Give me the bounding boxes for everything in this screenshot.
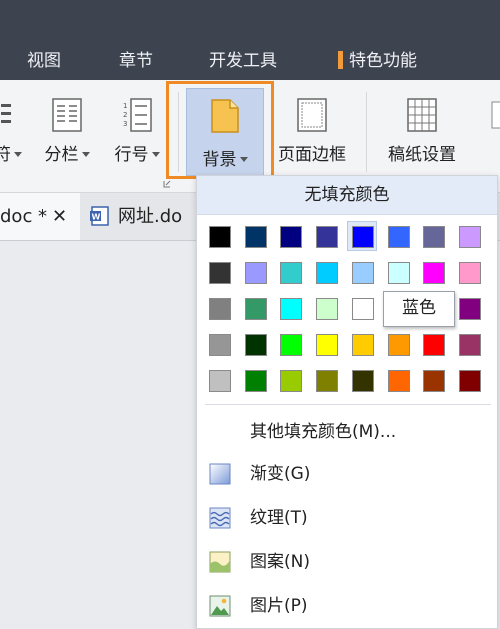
color-swatch[interactable] [209, 334, 231, 356]
gradient-option[interactable]: 渐变(G) [197, 454, 497, 494]
highlight-frame [166, 81, 274, 179]
more-fill-colors-label: 其他填充颜色(M)... [250, 422, 397, 442]
color-swatch[interactable] [458, 226, 481, 248]
color-swatch[interactable] [458, 298, 481, 320]
partial-ribbon-button[interactable]: 符 [0, 98, 22, 165]
columns-label: 分栏 [38, 140, 96, 165]
pattern-icon [209, 551, 231, 573]
color-swatch[interactable] [280, 334, 303, 356]
color-swatch[interactable] [387, 370, 410, 392]
color-swatch[interactable] [244, 334, 267, 356]
color-swatch[interactable] [351, 370, 374, 392]
columns-icon [52, 98, 82, 132]
partial-icon [1, 104, 11, 123]
color-swatch[interactable] [280, 262, 303, 284]
texture-icon [209, 507, 231, 529]
url-tab[interactable]: W 网址.do [82, 193, 202, 240]
manuscript-settings-label: 稿纸设置 [388, 145, 456, 165]
color-swatch[interactable] [458, 334, 481, 356]
menu-special-features[interactable]: 特色功能 [338, 50, 417, 72]
svg-text:1: 1 [123, 102, 127, 110]
page-border-icon [297, 98, 327, 132]
dropdown-divider [205, 404, 491, 405]
page-border-button[interactable]: 页面边框 [272, 98, 352, 165]
color-swatch[interactable] [209, 370, 231, 392]
columns-button[interactable]: 分栏 [38, 98, 96, 165]
color-swatch[interactable] [351, 334, 374, 356]
color-swatch[interactable] [280, 370, 303, 392]
line-number-label: 行号 [108, 140, 166, 165]
doc-tab-label: doc * [0, 206, 48, 227]
color-swatch[interactable] [209, 262, 231, 284]
color-swatch[interactable] [316, 298, 339, 320]
color-swatch[interactable] [244, 226, 267, 248]
ribbon-separator-2 [366, 92, 367, 172]
menu-view[interactable]: 视图 [27, 50, 61, 72]
color-swatch[interactable] [316, 370, 339, 392]
color-swatch[interactable] [458, 370, 481, 392]
special-marker-icon [338, 51, 343, 69]
color-swatch[interactable] [387, 226, 410, 248]
more-fill-colors-option[interactable]: 其他填充颜色(M)... [197, 412, 497, 452]
dialog-launcher-icon[interactable] [163, 180, 171, 188]
color-swatch[interactable] [209, 298, 231, 320]
svg-text:2: 2 [123, 111, 127, 119]
pattern-option[interactable]: 图案(N) [197, 542, 497, 582]
menu-special-label: 特色功能 [349, 51, 417, 71]
page-border-label: 页面边框 [278, 145, 346, 165]
color-swatch[interactable] [351, 298, 374, 320]
color-tooltip: 蓝色 [383, 291, 455, 327]
picture-option[interactable]: 图片(P) [197, 586, 497, 626]
menu-bar: 视图 章节 开发工具 特色功能 [0, 0, 500, 80]
line-number-icon: 123 [123, 98, 152, 132]
url-tab-label: 网址.do [118, 206, 183, 227]
color-swatch[interactable] [280, 298, 303, 320]
color-swatch[interactable] [316, 334, 339, 356]
background-dropdown: 无填充颜色 蓝色 其他填充颜色(M)... 渐变(G) 纹理(T) 图案(N) [196, 175, 498, 629]
partial-right-icon [491, 101, 500, 129]
line-number-button[interactable]: 123 行号 [108, 98, 166, 165]
color-swatch[interactable] [423, 226, 446, 248]
svg-text:W: W [92, 213, 101, 222]
color-swatch[interactable] [244, 262, 267, 284]
color-swatch[interactable] [458, 262, 481, 284]
gradient-label: 渐变(G) [250, 464, 311, 484]
no-fill-option[interactable]: 无填充颜色 [197, 176, 497, 215]
doc-tab[interactable]: doc * ✕ [0, 193, 80, 240]
close-icon[interactable]: ✕ [52, 193, 67, 240]
color-swatch[interactable] [423, 370, 446, 392]
color-swatch[interactable] [316, 262, 339, 284]
picture-icon [209, 595, 231, 617]
color-swatch[interactable] [244, 370, 267, 392]
menu-chapter[interactable]: 章节 [119, 50, 153, 72]
color-swatch[interactable] [244, 298, 267, 320]
word-doc-icon: W [90, 206, 109, 226]
gradient-icon [209, 463, 231, 485]
color-swatch[interactable] [423, 334, 446, 356]
texture-option[interactable]: 纹理(T) [197, 498, 497, 538]
menu-dev-tools[interactable]: 开发工具 [209, 50, 277, 72]
color-swatch[interactable] [423, 262, 446, 284]
picture-label: 图片(P) [250, 596, 308, 616]
color-swatch[interactable] [351, 226, 374, 248]
partial-right-button[interactable] [480, 98, 500, 178]
color-swatch[interactable] [387, 334, 410, 356]
color-swatch[interactable] [316, 226, 339, 248]
manuscript-settings-button[interactable]: 稿纸设置 [380, 98, 464, 165]
partial-button-label: 符 [0, 140, 22, 165]
color-swatch[interactable] [209, 226, 231, 248]
manuscript-grid-icon [407, 98, 437, 132]
color-swatch[interactable] [387, 262, 410, 284]
color-swatch[interactable] [351, 262, 374, 284]
color-swatch[interactable] [280, 226, 303, 248]
svg-text:3: 3 [123, 120, 127, 128]
pattern-label: 图案(N) [250, 552, 310, 572]
texture-label: 纹理(T) [250, 508, 308, 528]
